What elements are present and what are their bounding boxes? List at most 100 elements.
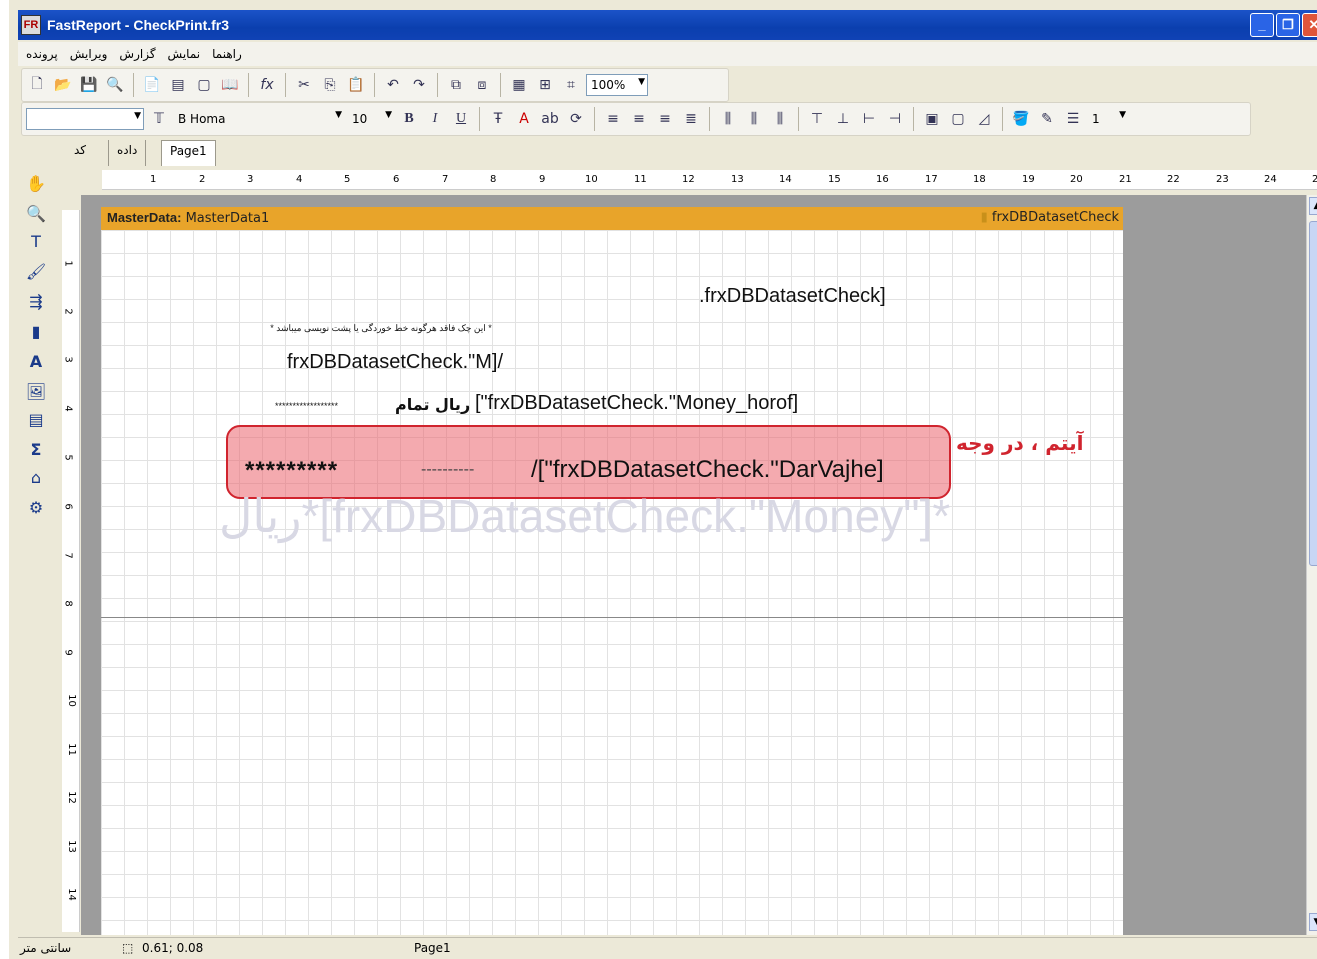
shadow-icon[interactable]: ◿: [973, 108, 995, 130]
minimize-button[interactable]: _: [1250, 13, 1274, 37]
chevron-down-icon: ▼: [335, 110, 342, 120]
field-no-strike-note[interactable]: * این چک فاقد هرگونه خط خوردگی یا پشت نو…: [231, 323, 531, 334]
more-tools-icon[interactable]: ⚙: [24, 496, 48, 520]
new-dialog-icon[interactable]: ▤: [167, 74, 189, 96]
valign-bottom-icon[interactable]: ⫼: [769, 108, 791, 130]
masterdata-band-header[interactable]: MasterData: MasterData1 ▮ frxDBDatasetCh…: [101, 207, 1123, 230]
format-painter-icon[interactable]: 🖌: [24, 260, 48, 284]
ruler-v-label: 2: [62, 308, 74, 315]
bold-button[interactable]: B: [398, 108, 420, 130]
frame-right-icon[interactable]: ⊣: [884, 108, 906, 130]
new-page-icon[interactable]: 📄: [141, 74, 163, 96]
zoom-select[interactable]: 100% ▼: [586, 74, 648, 96]
highlight-icon[interactable]: ab: [539, 108, 561, 130]
ruler-h-label: 16: [876, 174, 889, 185]
grid-icon[interactable]: ▦: [508, 74, 530, 96]
field-check-m[interactable]: frxDBDatasetCheck."M]/: [287, 351, 503, 374]
close-button[interactable]: ✕: [1302, 13, 1317, 37]
field-money-watermark[interactable]: ریال*[frxDBDatasetCheck."Money"]*: [219, 489, 950, 543]
preview-icon[interactable]: 🔍: [104, 74, 126, 96]
line-width-value: 1: [1092, 112, 1100, 126]
ruler-h-label: 11: [634, 174, 647, 185]
field-dataset-check[interactable]: .frxDBDatasetCheck]: [699, 285, 886, 308]
frame-bottom-icon[interactable]: ⊥: [832, 108, 854, 130]
frame-style-icon[interactable]: ☰: [1062, 108, 1084, 130]
save-icon[interactable]: 💾: [78, 74, 100, 96]
align-center-icon[interactable]: ≡: [628, 108, 650, 130]
line-width-select[interactable]: 1 ▼: [1088, 108, 1128, 130]
shape-tool-icon[interactable]: ⌂: [24, 466, 48, 490]
font-size-select[interactable]: 10 ▼: [348, 108, 394, 130]
field-darvajhe[interactable]: /["frxDBDatasetCheck."DarVajhe]: [531, 456, 884, 484]
align-justify-icon[interactable]: ≣: [680, 108, 702, 130]
text-tool-icon[interactable]: T: [24, 230, 48, 254]
align-right-icon[interactable]: ≡: [654, 108, 676, 130]
field-rial-full[interactable]: ریال تمام: [395, 395, 470, 414]
cut-icon[interactable]: ✂: [293, 74, 315, 96]
picture-tool-icon[interactable]: 🖼: [24, 380, 48, 404]
vertical-scrollbar[interactable]: ▲ ▼: [1306, 195, 1317, 935]
frame-all-icon[interactable]: ▣: [921, 108, 943, 130]
field-stars[interactable]: *********: [245, 457, 338, 485]
separator: [594, 107, 595, 131]
menu-bar: پرونده ویرایش گزارش نمایش راهنما: [18, 42, 1317, 66]
open-icon[interactable]: 📂: [52, 74, 74, 96]
ruler-h-label: 24: [1264, 174, 1277, 185]
valign-middle-icon[interactable]: ⫼: [743, 108, 765, 130]
frame-top-icon[interactable]: ⊤: [806, 108, 828, 130]
frame-left-icon[interactable]: ⊢: [858, 108, 880, 130]
group-icon[interactable]: ⧉: [445, 74, 467, 96]
page-settings-icon[interactable]: 📖: [219, 74, 241, 96]
valign-top-icon[interactable]: ⫼: [717, 108, 739, 130]
ruler-h-label: 20: [1070, 174, 1083, 185]
restore-button[interactable]: ❐: [1276, 13, 1300, 37]
field-money-horof[interactable]: ["frxDBDatasetCheck."Money_horof]: [475, 392, 798, 415]
band-tool-icon[interactable]: ⇶: [24, 290, 48, 314]
design-canvas[interactable]: MasterData: MasterData1 ▮ frxDBDatasetCh…: [81, 195, 1306, 935]
menu-view[interactable]: نمایش: [168, 47, 201, 61]
redo-icon[interactable]: ↷: [408, 74, 430, 96]
tab-data[interactable]: داده: [108, 140, 147, 166]
chart-tool-icon[interactable]: ▮: [24, 320, 48, 344]
report-page[interactable]: MasterData: MasterData1 ▮ frxDBDatasetCh…: [101, 207, 1123, 935]
frame-color-icon[interactable]: ✎: [1036, 108, 1058, 130]
font-color-icon[interactable]: A: [513, 108, 535, 130]
scroll-up-icon[interactable]: ▲: [1309, 197, 1317, 215]
rotation-icon[interactable]: ⟳: [565, 108, 587, 130]
undo-icon[interactable]: ↶: [382, 74, 404, 96]
menu-help[interactable]: راهنما: [212, 47, 242, 61]
function-icon[interactable]: fx: [256, 74, 278, 96]
ruler-h-label: 23: [1216, 174, 1229, 185]
paste-icon[interactable]: 📋: [345, 74, 367, 96]
menu-file[interactable]: پرونده: [26, 47, 58, 61]
ungroup-icon[interactable]: ⧈: [471, 74, 493, 96]
new-icon[interactable]: 🗋: [26, 74, 48, 96]
scroll-down-icon[interactable]: ▼: [1309, 913, 1317, 931]
frame-none-icon[interactable]: ▢: [947, 108, 969, 130]
selection-icon: ⬚: [122, 941, 134, 955]
fill-color-icon[interactable]: 🪣: [1010, 108, 1032, 130]
delete-page-icon[interactable]: ▢: [193, 74, 215, 96]
scroll-thumb[interactable]: [1309, 221, 1317, 566]
ruler-v-label: 10: [65, 694, 77, 707]
align-left-icon[interactable]: ≡: [602, 108, 624, 130]
menu-edit[interactable]: ویرایش: [70, 47, 108, 61]
subreport-tool-icon[interactable]: ▤: [24, 408, 48, 432]
font-name-select[interactable]: B Homa ▼: [174, 108, 344, 130]
tab-page1[interactable]: Page1: [161, 140, 216, 166]
copy-icon[interactable]: ⎘: [319, 74, 341, 96]
underline-button[interactable]: U: [450, 108, 472, 130]
tab-code[interactable]: کد: [66, 140, 95, 166]
style-select[interactable]: ▼: [26, 108, 144, 130]
align-grid-icon[interactable]: ⊞: [534, 74, 556, 96]
italic-button[interactable]: I: [424, 108, 446, 130]
sum-tool-icon[interactable]: Σ: [24, 438, 48, 462]
memo-tool-icon[interactable]: A: [24, 350, 48, 374]
ruler-v-label: 12: [65, 791, 77, 804]
menu-report[interactable]: گزارش: [119, 47, 155, 61]
font-settings-icon[interactable]: Ŧ: [487, 108, 509, 130]
hand-icon[interactable]: ✋: [24, 172, 48, 196]
zoom-icon[interactable]: 🔍: [24, 202, 48, 226]
fit-grid-icon[interactable]: ⌗: [560, 74, 582, 96]
window-title: FastReport - CheckPrint.fr3: [47, 17, 230, 33]
